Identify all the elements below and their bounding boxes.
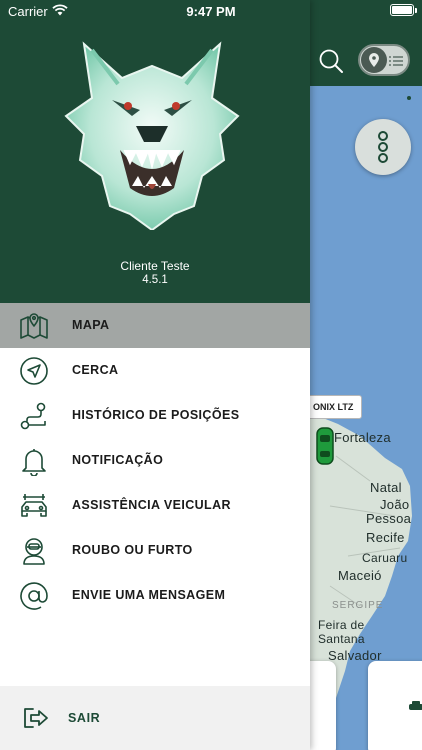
status-bar: Carrier 9:47 PM (0, 0, 422, 22)
car-assistance-icon (19, 491, 49, 521)
logout-button[interactable]: SAIR (0, 686, 310, 750)
car-icon (408, 699, 422, 717)
menu-item-notificacao[interactable]: NOTIFICAÇÃO (0, 438, 310, 483)
city-label: João (380, 497, 410, 512)
city-label: Recife (366, 530, 405, 545)
menu-item-label: ENVIE UMA MENSAGEM (72, 588, 226, 602)
city-label: Pessoa (366, 511, 412, 526)
menu-item-label: NOTIFICAÇÃO (72, 453, 164, 467)
city-label: Fortaleza (334, 430, 391, 445)
navigation-drawer: Cliente Teste 4.5.1 MAPA CERCA HISTÓRICO… (0, 0, 310, 750)
logout-icon (22, 706, 50, 730)
city-label: Caruaru (362, 551, 408, 565)
drawer-menu: MAPA CERCA HISTÓRICO DE POSIÇÕES NOTIFIC… (0, 303, 310, 618)
menu-item-cerca[interactable]: CERCA (0, 348, 310, 393)
options-dot (378, 131, 388, 141)
clock: 9:47 PM (186, 4, 236, 19)
city-label: Santana (318, 632, 365, 646)
map-pin-icon (361, 47, 387, 73)
bell-icon (19, 446, 49, 477)
vehicle-card[interactable] (368, 661, 422, 750)
wolf-logo (62, 38, 242, 232)
menu-item-mapa[interactable]: MAPA (0, 303, 310, 348)
navigation-arrow-icon (19, 356, 49, 386)
app-version: 4.5.1 (142, 274, 168, 286)
map-dot (407, 96, 411, 100)
map-icon (19, 311, 49, 341)
menu-item-assistencia[interactable]: ASSISTÊNCIA VEICULAR (0, 483, 310, 528)
thief-alert-icon (19, 536, 49, 566)
menu-item-label: CERCA (72, 363, 119, 377)
menu-item-label: ROUBO OU FURTO (72, 543, 193, 557)
at-sign-icon (19, 581, 49, 611)
menu-item-historico[interactable]: HISTÓRICO DE POSIÇÕES (0, 393, 310, 438)
city-label: Maceió (338, 568, 382, 583)
route-icon (19, 401, 49, 431)
menu-item-label: MAPA (72, 318, 110, 332)
options-dot (378, 153, 388, 163)
logout-label: SAIR (68, 711, 101, 725)
battery-icon (390, 4, 417, 16)
client-name: Cliente Teste (120, 259, 190, 273)
menu-item-mensagem[interactable]: ENVIE UMA MENSAGEM (0, 573, 310, 618)
options-dot (378, 142, 388, 152)
menu-item-label: HISTÓRICO DE POSIÇÕES (72, 408, 240, 422)
city-label: Feira de (318, 618, 365, 632)
city-label: Natal (370, 480, 402, 495)
drawer-header: Cliente Teste 4.5.1 (0, 0, 310, 303)
map-options-button[interactable] (355, 119, 411, 175)
menu-item-label: ASSISTÊNCIA VEICULAR (72, 498, 231, 512)
map-list-toggle[interactable] (358, 44, 410, 76)
drawer-footer: SAIR (0, 686, 310, 750)
car-marker-icon[interactable] (314, 426, 336, 471)
menu-item-roubo[interactable]: ROUBO OU FURTO (0, 528, 310, 573)
list-icon (389, 54, 403, 72)
state-label: SERGIPE (332, 600, 384, 611)
search-icon[interactable] (318, 48, 344, 74)
